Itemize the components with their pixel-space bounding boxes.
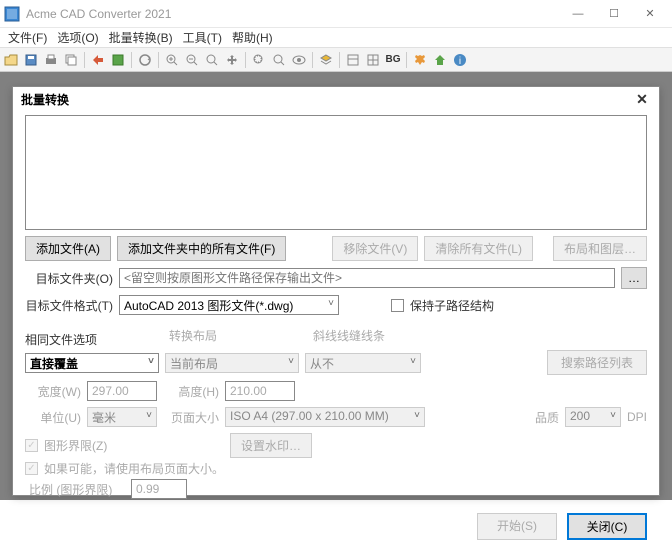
target-folder-input[interactable] [119,268,615,288]
home-icon[interactable] [431,51,449,69]
page-size-label: 页面大小 [163,409,219,426]
menu-batch[interactable]: 批量转换(B) [105,29,177,46]
grid-icon[interactable] [364,51,382,69]
zoom-fit-icon[interactable] [203,51,221,69]
print-icon[interactable] [42,51,60,69]
toolbar: BG i [0,48,672,72]
use-layout-checkbox: ✓ [25,462,38,475]
batch-convert-dialog: 批量转换 ✕ 添加文件(A) 添加文件夹中的所有文件(F) 移除文件(V) 清除… [12,86,660,496]
window-controls: — ☐ ✕ [560,2,668,26]
menu-options[interactable]: 选项(O) [53,29,102,46]
dialog-title: 批量转换 [21,91,69,108]
settings-icon[interactable] [411,51,429,69]
target-folder-label: 目标文件夹(O) [25,270,113,287]
view-icon[interactable] [290,51,308,69]
layout-layers-button[interactable]: 布局和图层… [553,236,647,261]
menu-file[interactable]: 文件(F) [4,29,51,46]
maximize-button[interactable]: ☐ [596,2,632,26]
quality-label: 品质 [535,409,559,426]
pan-icon[interactable] [223,51,241,69]
search-path-button[interactable]: 搜索路径列表 [547,350,647,375]
clear-all-button[interactable]: 清除所有文件(L) [424,236,533,261]
app-title: Acme CAD Converter 2021 [26,7,560,21]
layers-icon[interactable] [317,51,335,69]
dialog-button-bar: 开始(S) 关闭(C) [13,507,659,546]
close-dialog-button[interactable]: 关闭(C) [567,513,647,540]
start-button[interactable]: 开始(S) [477,513,557,540]
menubar: 文件(F) 选项(O) 批量转换(B) 工具(T) 帮助(H) [0,28,672,48]
layout-select: 当前布局 [165,353,299,373]
target-format-select[interactable]: AutoCAD 2013 图形文件(*.dwg) [119,295,339,315]
ratio-label: 比例 (图形界限) [25,481,125,498]
bg-toggle[interactable]: BG [384,51,402,69]
zoom-in-icon[interactable] [163,51,181,69]
height-input [225,381,295,401]
menu-tools[interactable]: 工具(T) [179,29,226,46]
add-folder-button[interactable]: 添加文件夹中的所有文件(F) [117,236,286,261]
main-area: 批量转换 ✕ 添加文件(A) 添加文件夹中的所有文件(F) 移除文件(V) 清除… [0,72,672,500]
batch-icon[interactable] [109,51,127,69]
width-label: 宽度(W) [25,383,81,400]
convert-layout-label: 转换布局 [169,327,307,344]
refresh-icon[interactable] [136,51,154,69]
use-layout-label: 如果可能，请使用布局页面大小。 [44,460,224,477]
unit-select: 毫米 [87,407,157,427]
ratio-input [131,479,187,499]
height-label: 高度(H) [163,383,219,400]
close-button[interactable]: ✕ [632,2,668,26]
keep-subfolders-checkbox[interactable] [391,299,404,312]
line-mode-label: 斜线线缝线条 [313,327,433,344]
watermark-button[interactable]: 设置水印… [230,433,312,458]
zoom-out-icon[interactable] [183,51,201,69]
target-format-label: 目标文件格式(T) [25,297,113,314]
menu-help[interactable]: 帮助(H) [228,29,277,46]
convert-icon[interactable] [89,51,107,69]
minimize-button[interactable]: — [560,2,596,26]
dialog-close-icon[interactable]: ✕ [633,91,651,108]
svg-text:i: i [459,56,461,67]
line-select: 从不 [305,353,421,373]
limit-checkbox: ✓ [25,439,38,452]
page-size-select: ISO A4 (297.00 x 210.00 MM) [225,407,425,427]
file-list[interactable] [25,115,647,230]
width-input [87,381,157,401]
unit-label: 单位(U) [25,409,81,426]
same-file-select[interactable]: 直接覆盖 [25,353,159,373]
add-file-button[interactable]: 添加文件(A) [25,236,111,261]
remove-file-button[interactable]: 移除文件(V) [332,236,418,261]
limit-label: 图形界限(Z) [44,437,224,454]
browse-folder-button[interactable]: … [621,267,647,289]
quality-select: 200 [565,407,621,427]
titlebar: Acme CAD Converter 2021 — ☐ ✕ [0,0,672,28]
copy-icon[interactable] [62,51,80,69]
layout-icon[interactable] [344,51,362,69]
save-icon[interactable] [22,51,40,69]
same-file-section-label: 相同文件选项 [25,331,163,348]
help-icon[interactable]: i [451,51,469,69]
zoom-window-icon[interactable] [250,51,268,69]
dialog-titlebar: 批量转换 ✕ [13,87,659,111]
keep-subfolders-label: 保持子路径结构 [410,297,494,314]
open-icon[interactable] [2,51,20,69]
zoom-extents-icon[interactable] [270,51,288,69]
dpi-label: DPI [627,410,647,424]
app-icon [4,6,20,22]
